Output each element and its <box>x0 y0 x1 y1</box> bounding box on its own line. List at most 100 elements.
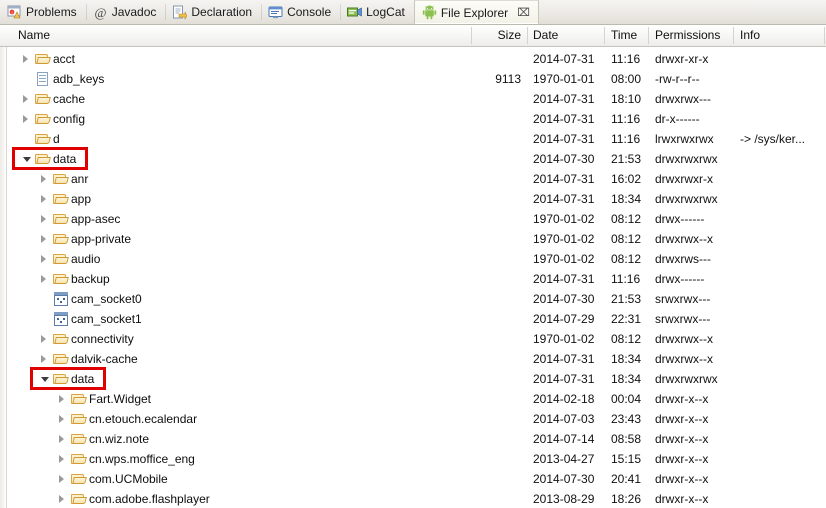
file-explorer-tree[interactable]: acct 2014-07-31 11:16 drwxr-xr-x adb_keys 911… <box>0 47 826 508</box>
column-divider[interactable] <box>527 27 528 44</box>
cell-time: 18:10 <box>611 92 642 106</box>
column-header-row: Name Size Date Time Permissions Info <box>0 25 826 47</box>
cell-time: 08:58 <box>611 432 642 446</box>
column-header-time[interactable]: Time <box>611 28 637 42</box>
tab-console[interactable]: Console <box>261 0 340 24</box>
cell-permissions: drwxr-x--x <box>655 412 709 426</box>
tab-file-explorer[interactable]: File Explorer ⌧ <box>413 0 539 24</box>
tab-problems[interactable]: ! Problems <box>0 0 86 24</box>
chevron-right-icon[interactable] <box>40 229 49 249</box>
column-divider[interactable] <box>648 27 649 44</box>
tree-row[interactable]: cam_socket0 2014-07-30 21:53 srwxrwx--- <box>0 289 826 309</box>
chevron-down-icon[interactable] <box>22 149 31 169</box>
tree-row[interactable]: app-private 1970-01-02 08:12 drwxrwx--x <box>0 229 826 249</box>
cell-time: 15:15 <box>611 452 642 466</box>
tree-row[interactable]: adb_keys 9113 1970-01-01 08:00 -rw-r--r-- <box>0 69 826 89</box>
column-divider[interactable] <box>824 27 825 44</box>
tree-item-name: Fart.Widget <box>89 392 152 406</box>
tree-row[interactable]: data 2014-07-30 21:53 drwxrwxrwx <box>0 149 826 169</box>
tree-item-name: anr <box>71 172 89 186</box>
tree-row[interactable]: anr 2014-07-31 16:02 drwxrwxr-x <box>0 169 826 189</box>
column-header-date[interactable]: Date <box>533 28 558 42</box>
chevron-right-icon[interactable] <box>40 209 49 229</box>
tab-declaration[interactable]: Declaration <box>165 0 261 24</box>
chevron-right-icon[interactable] <box>58 489 67 508</box>
chevron-right-icon[interactable] <box>58 409 67 429</box>
column-header-name[interactable]: Name <box>18 28 50 42</box>
chevron-right-icon[interactable] <box>40 269 49 289</box>
column-divider[interactable] <box>471 27 472 44</box>
cell-permissions: drwxr-x--x <box>655 392 709 406</box>
tree-item-name: acct <box>53 52 76 66</box>
tree-row[interactable]: com.adobe.flashplayer 2013-08-29 18:26 drwx… <box>0 489 826 508</box>
tab-javadoc[interactable]: @ Javadoc <box>85 0 166 24</box>
tree-item-name: app-private <box>71 232 132 246</box>
tab-logcat[interactable]: LogCat <box>340 0 414 24</box>
tree-row[interactable]: cn.wiz.note 2014-07-14 08:58 drwxr-x--x <box>0 429 826 449</box>
chevron-right-icon[interactable] <box>58 469 67 489</box>
tree-item-name: audio <box>71 252 101 266</box>
column-divider[interactable] <box>604 27 605 44</box>
cell-permissions: -rw-r--r-- <box>655 72 700 86</box>
javadoc-at-icon: @ <box>93 5 108 20</box>
chevron-down-icon[interactable] <box>40 369 49 389</box>
column-header-info[interactable]: Info <box>740 28 760 42</box>
cell-date: 2014-07-30 <box>533 472 595 486</box>
tree-row[interactable]: cache 2014-07-31 18:10 drwxrwx--- <box>0 89 826 109</box>
cell-time: 21:53 <box>611 292 642 306</box>
chevron-right-icon[interactable] <box>22 109 31 129</box>
tree-row[interactable]: app-asec 1970-01-02 08:12 drwx------ <box>0 209 826 229</box>
tree-row[interactable]: acct 2014-07-31 11:16 drwxr-xr-x <box>0 49 826 69</box>
cell-permissions: drwxrws--- <box>655 252 711 266</box>
chevron-right-icon[interactable] <box>22 89 31 109</box>
chevron-right-icon[interactable] <box>58 449 67 469</box>
cell-date: 2014-07-30 <box>533 152 595 166</box>
tree-item-name: config <box>53 112 86 126</box>
tree-row[interactable]: d 2014-07-31 11:16 lrwxrwxrwx -> /sys/ker... <box>0 129 826 149</box>
chevron-right-icon[interactable] <box>40 169 49 189</box>
cell-time: 21:53 <box>611 152 642 166</box>
folder-icon <box>53 252 69 266</box>
android-robot-icon <box>422 5 437 20</box>
tree-row[interactable]: com.UCMobile 2014-07-30 20:41 drwxr-x--x <box>0 469 826 489</box>
cell-permissions: dr-x------ <box>655 112 700 126</box>
socket-icon <box>53 312 69 326</box>
chevron-right-icon[interactable] <box>40 349 49 369</box>
tab-label: Problems <box>26 5 77 19</box>
chevron-right-icon[interactable] <box>58 389 67 409</box>
chevron-right-icon[interactable] <box>40 329 49 349</box>
chevron-right-icon[interactable] <box>58 429 67 449</box>
chevron-right-icon[interactable] <box>40 189 49 209</box>
cell-date: 1970-01-02 <box>533 212 595 226</box>
close-icon[interactable]: ⌧ <box>517 6 530 19</box>
tree-item-name: com.UCMobile <box>89 472 168 486</box>
tree-row[interactable]: cam_socket1 2014-07-29 22:31 srwxrwx--- <box>0 309 826 329</box>
tree-row[interactable]: dalvik-cache 2014-07-31 18:34 drwxrwx--x <box>0 349 826 369</box>
cell-date: 2013-04-27 <box>533 452 595 466</box>
cell-date: 2014-07-29 <box>533 312 595 326</box>
tree-row[interactable]: audio 1970-01-02 08:12 drwxrws--- <box>0 249 826 269</box>
tree-row[interactable]: config 2014-07-31 11:16 dr-x------ <box>0 109 826 129</box>
tree-row[interactable]: data 2014-07-31 18:34 drwxrwxrwx <box>0 369 826 389</box>
cell-permissions: drwxrwxrwx <box>655 152 718 166</box>
tree-row[interactable]: app 2014-07-31 18:34 drwxrwxrwx <box>0 189 826 209</box>
column-header-permissions[interactable]: Permissions <box>655 28 720 42</box>
column-divider[interactable] <box>733 27 734 44</box>
tree-row[interactable]: Fart.Widget 2014-02-18 00:04 drwxr-x--x <box>0 389 826 409</box>
folder-icon <box>35 132 51 146</box>
cell-time: 18:34 <box>611 352 642 366</box>
cell-time: 20:41 <box>611 472 642 486</box>
chevron-right-icon[interactable] <box>22 49 31 69</box>
column-header-size[interactable]: Size <box>477 28 521 42</box>
tree-row[interactable]: cn.wps.moffice_eng 2013-04-27 15:15 drwxr-x… <box>0 449 826 469</box>
cell-date: 1970-01-02 <box>533 332 595 346</box>
tree-row[interactable]: cn.etouch.ecalendar 2014-07-03 23:43 drwxr-… <box>0 409 826 429</box>
folder-icon <box>53 172 69 186</box>
svg-text:@: @ <box>94 5 106 20</box>
tree-row[interactable]: connectivity 1970-01-02 08:12 drwxrwx--x <box>0 329 826 349</box>
socket-icon <box>53 292 69 306</box>
cell-date: 2014-07-31 <box>533 132 595 146</box>
tree-row[interactable]: backup 2014-07-31 11:16 drwx------ <box>0 269 826 289</box>
folder-icon <box>53 372 69 386</box>
chevron-right-icon[interactable] <box>40 249 49 269</box>
